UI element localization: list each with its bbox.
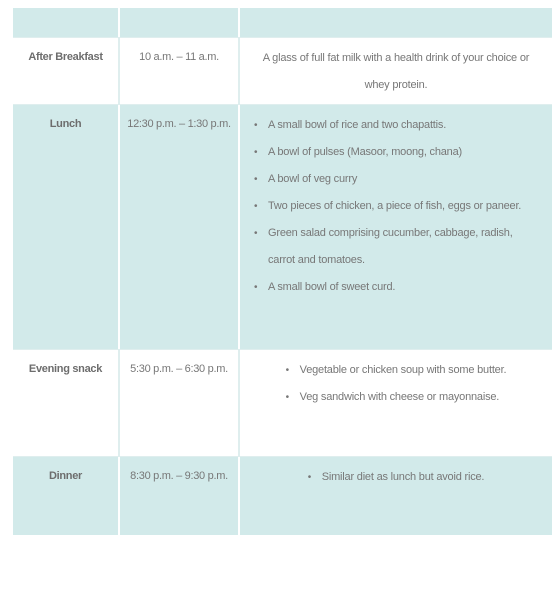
meal-time: 10 a.m. – 11 a.m. [120, 38, 240, 104]
table-row: After Breakfast 10 a.m. – 11 a.m. A glas… [13, 37, 552, 105]
list-item: Green salad comprising cucumber, cabbage… [254, 220, 540, 274]
table-cell [240, 8, 552, 37]
table-row: Lunch 12:30 p.m. – 1:30 p.m. A small bow… [13, 105, 552, 349]
list-item: Two pieces of chicken, a piece of fish, … [254, 193, 540, 220]
meal-items-list: Similar diet as lunch but avoid rice. [308, 464, 485, 491]
meal-items-list: A small bowl of rice and two chapattis. … [240, 112, 552, 301]
meal-name: Lunch [13, 105, 120, 349]
meal-description: Vegetable or chicken soup with some butt… [240, 350, 552, 456]
list-item: A small bowl of rice and two chapattis. [254, 112, 540, 139]
meal-name: After Breakfast [13, 38, 120, 104]
meal-description: A glass of full fat milk with a health d… [262, 52, 530, 91]
diet-table: After Breakfast 10 a.m. – 11 a.m. A glas… [13, 8, 552, 535]
table-row: Dinner 8:30 p.m. – 9:30 p.m. Similar die… [13, 457, 552, 535]
table-row: Evening snack 5:30 p.m. – 6:30 p.m. Vege… [13, 349, 552, 457]
meal-description: A small bowl of rice and two chapattis. … [240, 105, 552, 349]
list-item: A small bowl of sweet curd. [254, 274, 540, 301]
list-item: Vegetable or chicken soup with some butt… [286, 357, 507, 384]
list-item: Similar diet as lunch but avoid rice. [308, 464, 485, 491]
table-cell [120, 8, 240, 37]
meal-name: Evening snack [13, 350, 120, 456]
meal-items-list: Vegetable or chicken soup with some butt… [286, 357, 507, 411]
list-item: A bowl of pulses (Masoor, moong, chana) [254, 139, 540, 166]
meal-description: Similar diet as lunch but avoid rice. [240, 457, 552, 535]
meal-time: 8:30 p.m. – 9:30 p.m. [120, 457, 240, 535]
meal-name: Dinner [13, 457, 120, 535]
list-item: Veg sandwich with cheese or mayonnaise. [286, 384, 507, 411]
list-item: A bowl of veg curry [254, 166, 540, 193]
table-row-header [13, 8, 552, 37]
meal-time: 12:30 p.m. – 1:30 p.m. [120, 105, 240, 349]
table-cell [13, 8, 120, 37]
meal-time: 5:30 p.m. – 6:30 p.m. [120, 350, 240, 456]
